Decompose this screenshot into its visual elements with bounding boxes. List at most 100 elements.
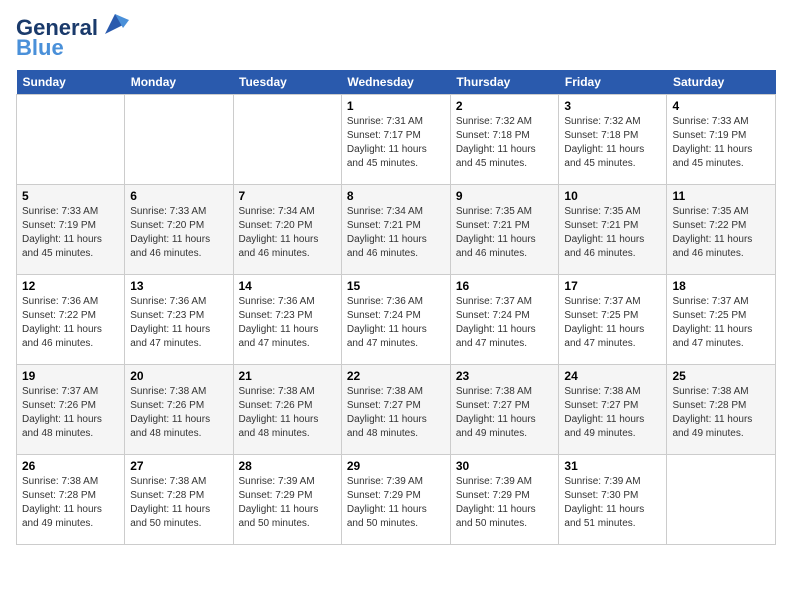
weekday-header-thursday: Thursday bbox=[450, 70, 559, 95]
day-number: 16 bbox=[456, 279, 554, 293]
day-info: Sunrise: 7:37 AM Sunset: 7:24 PM Dayligh… bbox=[456, 295, 554, 351]
day-number: 28 bbox=[239, 459, 336, 473]
day-info: Sunrise: 7:34 AM Sunset: 7:21 PM Dayligh… bbox=[347, 205, 445, 261]
day-number: 4 bbox=[672, 99, 770, 113]
day-info: Sunrise: 7:35 AM Sunset: 7:21 PM Dayligh… bbox=[456, 205, 554, 261]
day-number: 21 bbox=[239, 369, 336, 383]
calendar-cell: 15 Sunrise: 7:36 AM Sunset: 7:24 PM Dayli… bbox=[341, 275, 450, 365]
page-header: General Blue bbox=[16, 16, 776, 60]
calendar-cell: 20 Sunrise: 7:38 AM Sunset: 7:26 PM Dayli… bbox=[125, 365, 233, 455]
day-info: Sunrise: 7:36 AM Sunset: 7:23 PM Dayligh… bbox=[130, 295, 227, 351]
day-info: Sunrise: 7:36 AM Sunset: 7:22 PM Dayligh… bbox=[22, 295, 119, 351]
day-info: Sunrise: 7:33 AM Sunset: 7:19 PM Dayligh… bbox=[22, 205, 119, 261]
day-number: 31 bbox=[564, 459, 661, 473]
calendar-cell: 21 Sunrise: 7:38 AM Sunset: 7:26 PM Dayli… bbox=[233, 365, 341, 455]
day-number: 1 bbox=[347, 99, 445, 113]
calendar-cell bbox=[233, 95, 341, 185]
calendar-cell: 24 Sunrise: 7:38 AM Sunset: 7:27 PM Dayli… bbox=[559, 365, 667, 455]
calendar-cell: 19 Sunrise: 7:37 AM Sunset: 7:26 PM Dayli… bbox=[17, 365, 125, 455]
day-number: 27 bbox=[130, 459, 227, 473]
calendar-week-row: 1 Sunrise: 7:31 AM Sunset: 7:17 PM Daylig… bbox=[17, 95, 776, 185]
day-info: Sunrise: 7:39 AM Sunset: 7:29 PM Dayligh… bbox=[456, 475, 554, 531]
logo-text-blue: Blue bbox=[16, 36, 64, 60]
day-info: Sunrise: 7:31 AM Sunset: 7:17 PM Dayligh… bbox=[347, 115, 445, 171]
day-info: Sunrise: 7:39 AM Sunset: 7:30 PM Dayligh… bbox=[564, 475, 661, 531]
day-number: 25 bbox=[672, 369, 770, 383]
day-number: 10 bbox=[564, 189, 661, 203]
weekday-header-sunday: Sunday bbox=[17, 70, 125, 95]
day-number: 6 bbox=[130, 189, 227, 203]
day-number: 20 bbox=[130, 369, 227, 383]
calendar-cell bbox=[125, 95, 233, 185]
calendar-cell: 11Sunrise: 7:35 AM Sunset: 7:22 PM Dayli… bbox=[667, 185, 776, 275]
calendar-cell: 1 Sunrise: 7:31 AM Sunset: 7:17 PM Daylig… bbox=[341, 95, 450, 185]
calendar-cell: 10 Sunrise: 7:35 AM Sunset: 7:21 PM Dayli… bbox=[559, 185, 667, 275]
calendar-week-row: 12Sunrise: 7:36 AM Sunset: 7:22 PM Dayli… bbox=[17, 275, 776, 365]
calendar-cell: 4Sunrise: 7:33 AM Sunset: 7:19 PM Daylig… bbox=[667, 95, 776, 185]
day-number: 26 bbox=[22, 459, 119, 473]
calendar-table: SundayMondayTuesdayWednesdayThursdayFrid… bbox=[16, 70, 776, 545]
day-number: 23 bbox=[456, 369, 554, 383]
weekday-header-tuesday: Tuesday bbox=[233, 70, 341, 95]
calendar-cell: 25 Sunrise: 7:38 AM Sunset: 7:28 PM Dayli… bbox=[667, 365, 776, 455]
calendar-cell: 8 Sunrise: 7:34 AM Sunset: 7:21 PM Daylig… bbox=[341, 185, 450, 275]
day-number: 22 bbox=[347, 369, 445, 383]
day-number: 29 bbox=[347, 459, 445, 473]
day-info: Sunrise: 7:32 AM Sunset: 7:18 PM Dayligh… bbox=[456, 115, 554, 171]
calendar-week-row: 5 Sunrise: 7:33 AM Sunset: 7:19 PM Daylig… bbox=[17, 185, 776, 275]
day-info: Sunrise: 7:38 AM Sunset: 7:27 PM Dayligh… bbox=[347, 385, 445, 441]
weekday-header-saturday: Saturday bbox=[667, 70, 776, 95]
day-info: Sunrise: 7:37 AM Sunset: 7:25 PM Dayligh… bbox=[564, 295, 661, 351]
calendar-cell bbox=[667, 455, 776, 545]
calendar-cell: 14 Sunrise: 7:36 AM Sunset: 7:23 PM Dayli… bbox=[233, 275, 341, 365]
day-info: Sunrise: 7:35 AM Sunset: 7:21 PM Dayligh… bbox=[564, 205, 661, 261]
weekday-header-monday: Monday bbox=[125, 70, 233, 95]
day-info: Sunrise: 7:38 AM Sunset: 7:26 PM Dayligh… bbox=[130, 385, 227, 441]
day-number: 13 bbox=[130, 279, 227, 293]
calendar-cell: 26Sunrise: 7:38 AM Sunset: 7:28 PM Dayli… bbox=[17, 455, 125, 545]
day-number: 17 bbox=[564, 279, 661, 293]
day-number: 11 bbox=[672, 189, 770, 203]
day-number: 3 bbox=[564, 99, 661, 113]
calendar-cell: 2Sunrise: 7:32 AM Sunset: 7:18 PM Daylig… bbox=[450, 95, 559, 185]
calendar-week-row: 26Sunrise: 7:38 AM Sunset: 7:28 PM Dayli… bbox=[17, 455, 776, 545]
day-info: Sunrise: 7:37 AM Sunset: 7:26 PM Dayligh… bbox=[22, 385, 119, 441]
day-number: 15 bbox=[347, 279, 445, 293]
weekday-header-friday: Friday bbox=[559, 70, 667, 95]
calendar-cell: 6 Sunrise: 7:33 AM Sunset: 7:20 PM Daylig… bbox=[125, 185, 233, 275]
calendar-cell: 23Sunrise: 7:38 AM Sunset: 7:27 PM Dayli… bbox=[450, 365, 559, 455]
day-info: Sunrise: 7:37 AM Sunset: 7:25 PM Dayligh… bbox=[672, 295, 770, 351]
day-number: 24 bbox=[564, 369, 661, 383]
weekday-header-row: SundayMondayTuesdayWednesdayThursdayFrid… bbox=[17, 70, 776, 95]
calendar-cell: 29Sunrise: 7:39 AM Sunset: 7:29 PM Dayli… bbox=[341, 455, 450, 545]
calendar-cell: 27Sunrise: 7:38 AM Sunset: 7:28 PM Dayli… bbox=[125, 455, 233, 545]
day-info: Sunrise: 7:33 AM Sunset: 7:20 PM Dayligh… bbox=[130, 205, 227, 261]
calendar-cell: 7 Sunrise: 7:34 AM Sunset: 7:20 PM Daylig… bbox=[233, 185, 341, 275]
calendar-cell bbox=[17, 95, 125, 185]
calendar-cell: 30 Sunrise: 7:39 AM Sunset: 7:29 PM Dayli… bbox=[450, 455, 559, 545]
calendar-week-row: 19 Sunrise: 7:37 AM Sunset: 7:26 PM Dayli… bbox=[17, 365, 776, 455]
day-info: Sunrise: 7:36 AM Sunset: 7:24 PM Dayligh… bbox=[347, 295, 445, 351]
day-number: 14 bbox=[239, 279, 336, 293]
day-number: 8 bbox=[347, 189, 445, 203]
day-info: Sunrise: 7:34 AM Sunset: 7:20 PM Dayligh… bbox=[239, 205, 336, 261]
day-info: Sunrise: 7:32 AM Sunset: 7:18 PM Dayligh… bbox=[564, 115, 661, 171]
logo: General Blue bbox=[16, 16, 129, 60]
calendar-cell: 16 Sunrise: 7:37 AM Sunset: 7:24 PM Dayli… bbox=[450, 275, 559, 365]
calendar-cell: 9 Sunrise: 7:35 AM Sunset: 7:21 PM Daylig… bbox=[450, 185, 559, 275]
calendar-cell: 3 Sunrise: 7:32 AM Sunset: 7:18 PM Daylig… bbox=[559, 95, 667, 185]
day-number: 5 bbox=[22, 189, 119, 203]
day-info: Sunrise: 7:36 AM Sunset: 7:23 PM Dayligh… bbox=[239, 295, 336, 351]
day-info: Sunrise: 7:38 AM Sunset: 7:26 PM Dayligh… bbox=[239, 385, 336, 441]
weekday-header-wednesday: Wednesday bbox=[341, 70, 450, 95]
day-info: Sunrise: 7:38 AM Sunset: 7:27 PM Dayligh… bbox=[564, 385, 661, 441]
day-number: 9 bbox=[456, 189, 554, 203]
day-number: 19 bbox=[22, 369, 119, 383]
calendar-cell: 18Sunrise: 7:37 AM Sunset: 7:25 PM Dayli… bbox=[667, 275, 776, 365]
calendar-cell: 5 Sunrise: 7:33 AM Sunset: 7:19 PM Daylig… bbox=[17, 185, 125, 275]
day-number: 30 bbox=[456, 459, 554, 473]
day-info: Sunrise: 7:38 AM Sunset: 7:28 PM Dayligh… bbox=[672, 385, 770, 441]
calendar-cell: 13 Sunrise: 7:36 AM Sunset: 7:23 PM Dayli… bbox=[125, 275, 233, 365]
calendar-cell: 17 Sunrise: 7:37 AM Sunset: 7:25 PM Dayli… bbox=[559, 275, 667, 365]
day-number: 7 bbox=[239, 189, 336, 203]
